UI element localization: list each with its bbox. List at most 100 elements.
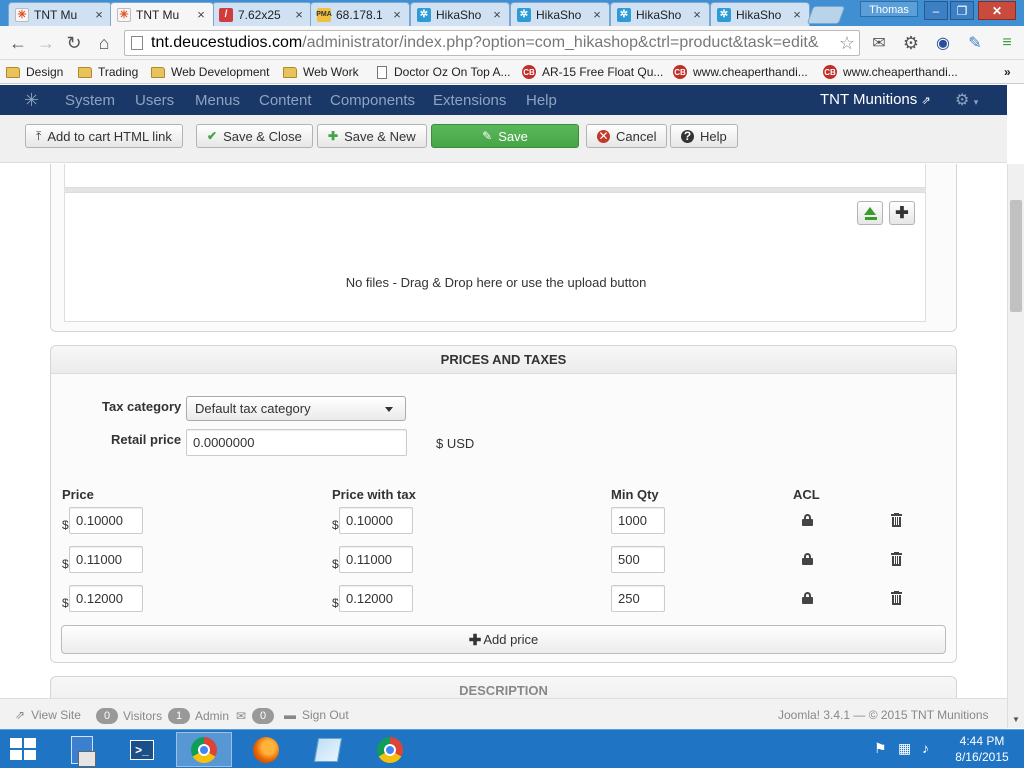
system-clock[interactable]: 4:44 PM 8/16/2015	[950, 733, 1014, 765]
extension-speedometer-icon[interactable]: ◉	[932, 33, 954, 53]
bookmark-ar15[interactable]: CB AR-15 Free Float Qu...	[522, 63, 663, 81]
extension-envelope-icon[interactable]: ✉	[868, 33, 890, 53]
network-icon[interactable]: ▦	[898, 740, 911, 757]
help-button[interactable]: ? Help	[670, 124, 738, 148]
save-close-button[interactable]: ✔ Save & Close	[196, 124, 313, 148]
back-arrow-icon[interactable]: ←	[6, 31, 30, 55]
close-icon[interactable]: ×	[691, 7, 703, 22]
joomla-logo-icon[interactable]: ✳	[24, 91, 42, 109]
price-input[interactable]	[69, 507, 143, 534]
upload-button[interactable]	[857, 201, 883, 225]
browser-tab-1[interactable]: ✳ TNT Mu ×	[8, 2, 112, 26]
messages-indicator[interactable]: ✉ 0	[236, 708, 279, 724]
menu-users[interactable]: Users	[135, 92, 174, 109]
eyedropper-icon[interactable]: ✎	[964, 33, 986, 53]
lock-icon[interactable]	[802, 553, 813, 565]
page-scrollbar[interactable]: ▼	[1007, 164, 1024, 728]
close-icon[interactable]: ×	[791, 7, 803, 22]
menu-content[interactable]: Content	[259, 92, 312, 109]
tax-category-select[interactable]: Default tax category	[186, 396, 406, 421]
url-text[interactable]: tnt.deucestudios.com/administrator/index…	[151, 34, 835, 52]
menu-system[interactable]: System	[65, 92, 115, 109]
bookmark-cheaperthandirt-2[interactable]: CB www.cheaperthandi...	[823, 63, 958, 81]
price-input[interactable]	[69, 585, 143, 612]
lock-icon[interactable]	[802, 514, 813, 526]
close-icon[interactable]: ×	[391, 7, 403, 22]
taskbar-powershell[interactable]: >_	[114, 732, 170, 767]
bookmark-cheaperthandirt-1[interactable]: CB www.cheaperthandi...	[673, 63, 808, 81]
volume-icon[interactable]: ♪	[922, 740, 929, 756]
browser-tab-2[interactable]: ✳ TNT Mu ×	[110, 2, 214, 26]
min-qty-input[interactable]	[611, 546, 665, 573]
price-with-tax-input[interactable]	[339, 546, 413, 573]
taskbar-notepad[interactable]	[300, 732, 356, 767]
save-new-button[interactable]: ✚ Save & New	[317, 124, 427, 148]
min-qty-input[interactable]	[611, 507, 665, 534]
folder-icon	[78, 66, 92, 78]
flag-icon[interactable]: ⚑	[874, 740, 887, 757]
retail-price-input[interactable]	[186, 429, 407, 456]
file-drop-zone[interactable]: ✚ No files - Drag & Drop here or use the…	[64, 192, 926, 322]
menu-components[interactable]: Components	[330, 92, 415, 109]
browser-tab-5[interactable]: ✲ HikaSho ×	[410, 2, 510, 26]
close-icon[interactable]: ×	[293, 7, 305, 22]
add-to-cart-html-button[interactable]: ⤒ Add to cart HTML link	[25, 124, 183, 148]
add-file-button[interactable]: ✚	[889, 201, 915, 225]
sign-out-link[interactable]: ▬ Sign Out	[284, 708, 349, 722]
min-qty-input[interactable]	[611, 585, 665, 612]
trash-icon[interactable]	[891, 591, 902, 605]
view-site-link[interactable]: ⇗ View Site	[15, 708, 81, 722]
menu-help[interactable]: Help	[526, 92, 557, 109]
reload-icon[interactable]: ↻	[62, 31, 86, 55]
plus-icon: ✚	[895, 205, 909, 222]
menu-icon[interactable]: ≡	[996, 33, 1018, 53]
maximize-button[interactable]: ❐	[950, 1, 974, 20]
bookmark-doctor-oz[interactable]: Doctor Oz On Top A...	[377, 63, 511, 81]
lock-icon[interactable]	[802, 592, 813, 604]
profile-user-badge[interactable]: Thomas	[860, 1, 918, 17]
browser-tab-4[interactable]: PMA 68.178.1 ×	[310, 2, 410, 26]
price-with-tax-input[interactable]	[339, 507, 413, 534]
price-with-tax-input[interactable]	[339, 585, 413, 612]
home-icon[interactable]: ⌂	[92, 31, 116, 55]
menu-menus[interactable]: Menus	[195, 92, 240, 109]
bookmark-folder-web-work[interactable]: Web Work	[283, 63, 359, 81]
browser-tab-3[interactable]: / 7.62x25 ×	[212, 2, 312, 26]
taskbar-firefox[interactable]	[238, 732, 294, 767]
bookmark-folder-design[interactable]: Design	[6, 63, 63, 81]
hikashop-icon: ✲	[517, 7, 531, 22]
browser-tab-8[interactable]: ✲ HikaSho ×	[710, 2, 810, 26]
menu-extensions[interactable]: Extensions	[433, 92, 506, 109]
scroll-down-arrow-icon[interactable]: ▼	[1012, 715, 1020, 724]
trash-icon[interactable]	[891, 552, 902, 566]
bookmark-star-icon[interactable]: ☆	[835, 33, 859, 54]
forward-arrow-icon[interactable]: →	[34, 31, 58, 55]
close-icon[interactable]: ×	[591, 7, 603, 22]
bookmark-folder-web-development[interactable]: Web Development	[151, 63, 270, 81]
address-bar[interactable]: tnt.deucestudios.com/administrator/index…	[124, 30, 860, 56]
bookmarks-overflow-button[interactable]: »	[1004, 63, 1011, 81]
add-price-button[interactable]: ✚ Add price	[61, 625, 946, 654]
minimize-button[interactable]: –	[924, 1, 948, 20]
settings-gear-icon[interactable]: ⚙ ▾	[955, 90, 978, 110]
price-input[interactable]	[69, 546, 143, 573]
close-icon[interactable]: ×	[491, 7, 503, 22]
browser-tab-7[interactable]: ✲ HikaSho ×	[610, 2, 710, 26]
bookmark-folder-trading[interactable]: Trading	[78, 63, 138, 81]
taskbar-chrome-active[interactable]	[176, 732, 232, 767]
trash-icon[interactable]	[891, 513, 902, 527]
taskbar-chrome[interactable]	[362, 732, 418, 767]
settings-gear-icon[interactable]: ⚙	[900, 33, 922, 53]
taskbar-file-explorer[interactable]	[54, 732, 110, 767]
save-button[interactable]: ✎ Save	[431, 124, 579, 148]
new-tab-button[interactable]	[806, 6, 846, 24]
scrollbar-thumb[interactable]	[1010, 200, 1022, 312]
windows-start-icon[interactable]	[10, 738, 38, 762]
close-icon[interactable]: ×	[93, 7, 105, 22]
site-name-link[interactable]: TNT Munitions ⇗	[820, 91, 931, 108]
cancel-button[interactable]: ✕ Cancel	[586, 124, 668, 148]
hikashop-icon: ✲	[417, 7, 431, 22]
close-icon[interactable]: ×	[195, 7, 207, 22]
browser-tab-6[interactable]: ✲ HikaSho ×	[510, 2, 610, 26]
window-close-button[interactable]: ✕	[978, 1, 1016, 20]
